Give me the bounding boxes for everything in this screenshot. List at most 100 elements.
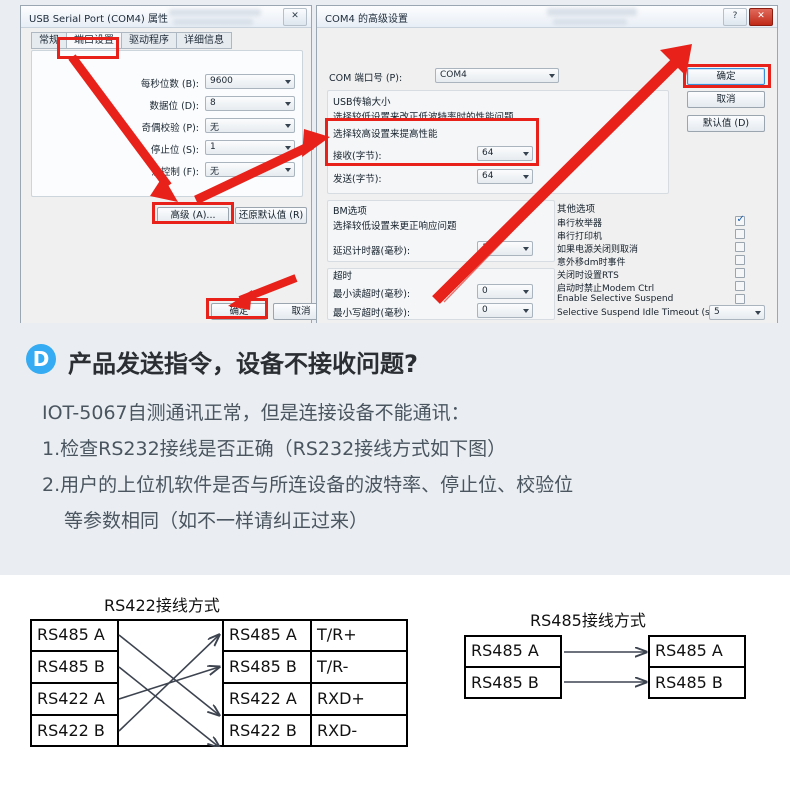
cancel-if-power-off-label: 如果电源关闭则取消 (557, 245, 639, 255)
chevron-down-icon (523, 290, 529, 294)
wiring-diagrams: RS422接线方式 RS485 A RS485 B RS422 A RS422 … (0, 575, 790, 789)
bm-options-note: 选择较低设置来更正响应问题 (333, 221, 457, 232)
section-question: 产品发送指令，设备不接收问题? (68, 350, 418, 378)
rs422-signal-row-3: RXD- (317, 721, 358, 740)
restore-defaults-button[interactable]: 还原默认值 (R) (235, 207, 307, 224)
rs422-signal-row-2: RXD+ (312, 684, 406, 716)
timeouts-title: 超时 (333, 271, 353, 282)
tab-details[interactable]: 详细信息 (176, 32, 232, 49)
parity-value: 无 (210, 123, 220, 133)
disable-modem-ctrl-checkbox[interactable] (735, 281, 745, 291)
faq-line-3: 2.用户的上位机软件是否与所连设备的波特率、停止位、校验位 (42, 474, 574, 496)
selective-suspend-idle-timeout-label: Selective Suspend Idle Timeout (secs): (557, 308, 732, 318)
min-write-timeout-value: 0 (482, 305, 488, 315)
min-read-timeout-value: 0 (482, 286, 488, 296)
flow-control-select[interactable]: 无 (205, 162, 295, 177)
chevron-down-icon (285, 124, 291, 128)
right-dialog-titlebar: COM4 的高级设置 ? ✕ (317, 6, 777, 28)
tab-driver[interactable]: 驱动程序 (121, 32, 177, 49)
left-dialog-close-icon[interactable]: ✕ (283, 8, 307, 26)
faq-line-1: IOT-5067自测通讯正常，但是连接设备不能通讯： (42, 402, 470, 424)
faq-line-4: 等参数相同（如不一样请纠正过来） (64, 510, 369, 532)
enable-selective-suspend-checkbox[interactable] (735, 294, 745, 304)
left-dialog-title: USB Serial Port (COM4) 属性 (29, 14, 169, 25)
right-dialog-close-icon[interactable]: ✕ (749, 8, 773, 26)
parity-select[interactable]: 无 (205, 118, 295, 133)
rs422-signal-row-1: T/R- (312, 652, 406, 684)
latency-timer-value: 16 (482, 243, 494, 253)
other-options-title: 其他选项 (557, 204, 596, 215)
serial-printer-checkbox[interactable] (735, 229, 745, 239)
right-dialog-cancel-button[interactable]: 取消 (687, 91, 765, 108)
enable-selective-suspend-label: Enable Selective Suspend (557, 294, 674, 304)
highlight-usb-transfer-sizes (325, 118, 539, 166)
stop-bits-label: 停止位 (S): (150, 145, 199, 156)
rs422-right-row-0: RS485 A (224, 620, 310, 652)
chevron-down-icon (285, 102, 291, 106)
selective-suspend-idle-timeout-select[interactable]: 5 (709, 305, 765, 320)
rs485-diagram-title: RS485接线方式 (530, 611, 646, 630)
chevron-down-icon (285, 146, 291, 150)
stop-bits-select[interactable]: 1 (205, 140, 295, 155)
chevron-down-icon (755, 311, 761, 315)
data-bits-select[interactable]: 8 (205, 96, 295, 111)
rs422-left-row-1: RS485 B (32, 652, 117, 684)
rs422-left-row-0: RS485 A (32, 620, 117, 652)
disable-modem-ctrl-label: 启动时禁止Modem Ctrl (557, 284, 655, 294)
com-port-number-select[interactable]: COM4 (435, 68, 559, 83)
chevron-down-icon (549, 74, 555, 78)
min-read-timeout-select[interactable]: 0 (477, 284, 533, 299)
flow-control-value: 无 (210, 167, 220, 177)
com-port-number-value: COM4 (440, 70, 467, 80)
faq-line-2: 1.检查RS232接线是否正确（RS232接线方式如下图） (42, 438, 507, 460)
chevron-down-icon (285, 80, 291, 84)
blur-smudge (553, 19, 627, 25)
rs422-left-row-3: RS422 B (37, 721, 105, 740)
serial-printer-label: 串行打印机 (557, 232, 603, 242)
screenshot-band: USB Serial Port (COM4) 属性 ✕ 常规 端口设置 驱动程序… (0, 0, 790, 330)
min-write-timeout-label: 最小写超时(毫秒): (333, 308, 411, 319)
selective-suspend-idle-timeout-value: 5 (714, 307, 720, 317)
chevron-down-icon (523, 309, 529, 313)
bits-per-second-label: 每秒位数 (B): (140, 79, 199, 90)
page-root: USB Serial Port (COM4) 属性 ✕ 常规 端口设置 驱动程序… (0, 0, 790, 789)
serial-enumerator-checkbox[interactable] (735, 214, 745, 226)
highlight-ok-button (206, 298, 268, 319)
chevron-down-icon (523, 175, 529, 179)
rs485-right-row-1: RS485 B (655, 673, 723, 692)
rs485-wires (564, 635, 650, 699)
transmit-bytes-label: 发送(字节): (333, 174, 382, 185)
min-read-timeout-label: 最小读超时(毫秒): (333, 289, 411, 300)
set-rts-on-close-checkbox[interactable] (735, 268, 745, 278)
set-rts-on-close-label: 关闭时设置RTS (557, 271, 619, 281)
right-dialog-title: COM4 的高级设置 (325, 14, 409, 25)
highlight-right-ok-button (683, 64, 771, 88)
cancel-if-power-off-checkbox[interactable] (735, 242, 745, 252)
left-dialog-titlebar: USB Serial Port (COM4) 属性 ✕ (21, 6, 311, 28)
transmit-bytes-value: 64 (482, 171, 494, 181)
section-badge: D (26, 344, 56, 374)
parity-label: 奇偶校验 (P): (141, 123, 199, 134)
min-write-timeout-select[interactable]: 0 (477, 303, 533, 318)
usb-serial-port-properties-dialog: USB Serial Port (COM4) 属性 ✕ 常规 端口设置 驱动程序… (20, 5, 329, 323)
event-on-surprise-removal-checkbox[interactable] (735, 255, 745, 265)
left-dialog-body: 常规 端口设置 驱动程序 详细信息 每秒位数 (B): 9600 数据位 (D)… (21, 28, 329, 323)
highlight-advanced-button (152, 202, 234, 224)
event-on-surprise-removal-label: 意外移dm时事件 (557, 258, 626, 268)
rs422-left-row-2: RS422 A (32, 684, 117, 716)
bits-per-second-value: 9600 (210, 76, 233, 86)
right-dialog-default-button[interactable]: 默认值 (D) (687, 115, 765, 132)
rs485-left-row-1: RS485 B (471, 673, 539, 692)
rs422-diagram-title: RS422接线方式 (104, 596, 220, 615)
help-icon[interactable]: ? (723, 8, 747, 26)
latency-timer-label: 延迟计时器(毫秒): (333, 246, 411, 257)
com-port-number-label: COM 端口号 (P): (329, 73, 403, 84)
bits-per-second-select[interactable]: 9600 (205, 74, 295, 89)
stop-bits-value: 1 (210, 142, 216, 152)
blur-smudge (547, 8, 637, 16)
transmit-bytes-select[interactable]: 64 (477, 169, 533, 184)
chevron-down-icon (523, 247, 529, 251)
rs422-right-row-1: RS485 B (224, 652, 310, 684)
latency-timer-select[interactable]: 16 (477, 241, 533, 256)
com4-advanced-settings-dialog: COM4 的高级设置 ? ✕ COM 端口号 (P): COM4 USB传输大小… (316, 5, 778, 323)
